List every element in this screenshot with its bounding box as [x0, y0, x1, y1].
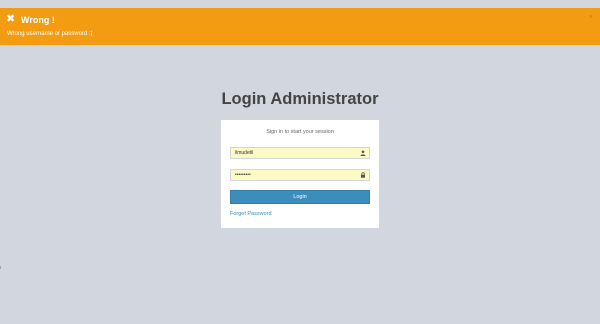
- login-box: Sign in to start your session Login Forg…: [221, 120, 379, 228]
- close-x-icon: ✖: [6, 13, 16, 25]
- edge-mark: [0, 266, 1, 269]
- password-input[interactable]: [231, 170, 355, 180]
- error-alert: ✖ Wrong ! Wrong username or password :( …: [0, 8, 600, 45]
- alert-dismiss-button[interactable]: ×: [589, 14, 593, 22]
- login-button[interactable]: Login: [230, 190, 370, 204]
- page-title: Login Administrator: [221, 90, 379, 108]
- password-field-wrapper: [230, 169, 370, 181]
- alert-message: Wrong username or password :(: [7, 31, 93, 37]
- lock-icon: [360, 172, 366, 178]
- username-input[interactable]: [231, 148, 355, 158]
- forget-password-link[interactable]: Forget Password: [230, 211, 272, 218]
- user-icon: [360, 150, 366, 156]
- login-subtitle: Sign in to start your session: [266, 129, 334, 135]
- alert-title: Wrong !: [21, 15, 55, 25]
- username-field-wrapper: [230, 147, 370, 159]
